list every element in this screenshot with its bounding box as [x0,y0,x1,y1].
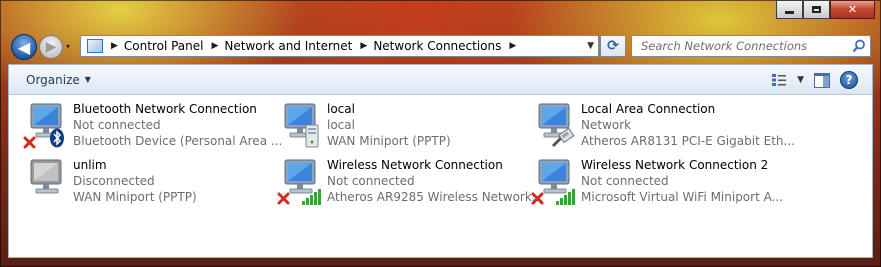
address-dropdown-icon[interactable]: ▼ [587,41,594,51]
connection-icon [277,102,323,150]
breadcrumb-control-panel[interactable]: Control Panel [124,39,204,53]
connection-details: local local WAN Miniport (PPTP) [327,101,451,149]
connection-name: Wireless Network Connection [327,158,503,172]
connection-details: Wireless Network Connection Not connecte… [327,157,543,205]
view-tools: ▼ ? [771,70,858,90]
address-bar[interactable]: ▶ Control Panel ▶ Network and Internet ▶… [80,35,599,57]
command-bar: Organize ▼ ▼ ? [9,65,872,95]
recent-pages-button[interactable]: ▾ [66,42,75,51]
explorer-pane: Organize ▼ ▼ ? Bluetooth Network Connect… [8,64,873,258]
connection-status: Not connected [581,174,669,188]
server-icon [305,124,319,148]
signal-bars-icon [302,189,321,205]
connection-device: Atheros AR9285 Wireless Network... [327,190,544,204]
caption-buttons: ✕ [776,0,875,20]
connection-item[interactable]: Bluetooth Network Connection Not connect… [9,99,282,153]
minimize-button[interactable] [776,0,803,19]
connection-item[interactable]: local local WAN Miniport (PPTP) [263,99,513,153]
connection-details: Local Area Connection Network Atheros AR… [581,101,795,149]
connection-icon [23,158,69,206]
maximize-icon [812,6,821,13]
connection-name: unlim [73,158,107,172]
error-x-icon [23,136,36,149]
more-views-dropdown[interactable]: ▼ [797,70,804,90]
connection-device: WAN Miniport (PPTP) [73,190,197,204]
network-computer-icon [30,159,62,194]
breadcrumb-network-connections[interactable]: Network Connections [373,39,501,53]
breadcrumb-separator-icon[interactable]: ▶ [111,41,118,51]
connection-status: Disconnected [73,174,155,188]
chevron-down-icon: ▾ [66,42,71,51]
preview-pane-button[interactable] [814,70,830,90]
ethernet-cable-icon [551,128,575,148]
breadcrumb-network-and-internet[interactable]: Network and Internet [224,39,352,53]
connection-device: Bluetooth Device (Personal Area ... [73,134,283,148]
connection-device: Atheros AR8131 PCI-E Gigabit Eth... [581,134,795,148]
close-icon: ✕ [847,3,858,16]
maximize-button[interactable] [803,0,830,19]
connection-icon [23,102,69,150]
breadcrumb: ▶ Control Panel ▶ Network and Internet ▶… [103,36,522,56]
refresh-icon: ⟳ [607,38,619,54]
error-x-icon [277,192,290,205]
search-input[interactable] [639,38,848,54]
connection-status: local [327,118,355,132]
connection-item[interactable]: Wireless Network Connection Not connecte… [263,155,543,209]
view-details-icon [772,74,787,86]
organize-menu-button[interactable]: Organize ▼ [26,73,91,87]
connection-item[interactable]: unlim Disconnected WAN Miniport (PPTP) [9,155,259,209]
connection-name: local [327,102,355,116]
chevron-down-icon: ▼ [797,75,804,85]
forward-arrow-icon: ▶ [45,39,57,55]
connection-item[interactable]: Local Area Connection Network Atheros AR… [517,99,795,153]
preview-pane-icon [814,72,830,88]
breadcrumb-separator-icon[interactable]: ▶ [360,41,367,51]
close-button[interactable]: ✕ [830,0,875,19]
refresh-button[interactable]: ⟳ [600,35,626,57]
change-view-button[interactable] [771,70,787,90]
signal-bars-icon [556,189,575,205]
connection-details: Bluetooth Network Connection Not connect… [73,101,282,149]
search-box[interactable] [631,35,871,57]
error-x-icon [531,192,544,205]
back-button[interactable]: ◀ [11,34,37,60]
connection-status: Not connected [73,118,161,132]
connection-device: Microsoft Virtual WiFi Miniport A... [581,190,784,204]
connection-details: Wireless Network Connection 2 Not connec… [581,157,783,205]
connection-name: Wireless Network Connection 2 [581,158,769,172]
connection-name: Bluetooth Network Connection [73,102,257,116]
connection-item[interactable]: Wireless Network Connection 2 Not connec… [517,155,783,209]
connection-icon [531,158,577,206]
bluetooth-icon [50,128,64,148]
connection-name: Local Area Connection [581,102,716,116]
control-panel-icon [87,39,103,53]
connection-icon [277,158,323,206]
help-button[interactable]: ? [840,70,858,90]
help-icon: ? [840,71,858,89]
forward-button[interactable]: ▶ [39,35,63,59]
connection-details: unlim Disconnected WAN Miniport (PPTP) [73,157,197,205]
organize-label: Organize [26,72,80,87]
search-icon[interactable] [848,39,870,53]
back-arrow-icon: ◀ [17,37,31,57]
connection-icon [531,102,577,150]
minimize-icon [785,11,794,14]
chevron-down-icon: ▼ [84,75,91,84]
breadcrumb-separator-icon[interactable]: ▶ [212,41,219,51]
connection-status: Network [581,118,632,132]
connection-status: Not connected [327,174,415,188]
breadcrumb-separator-icon[interactable]: ▶ [509,41,516,51]
connection-device: WAN Miniport (PPTP) [327,134,451,148]
